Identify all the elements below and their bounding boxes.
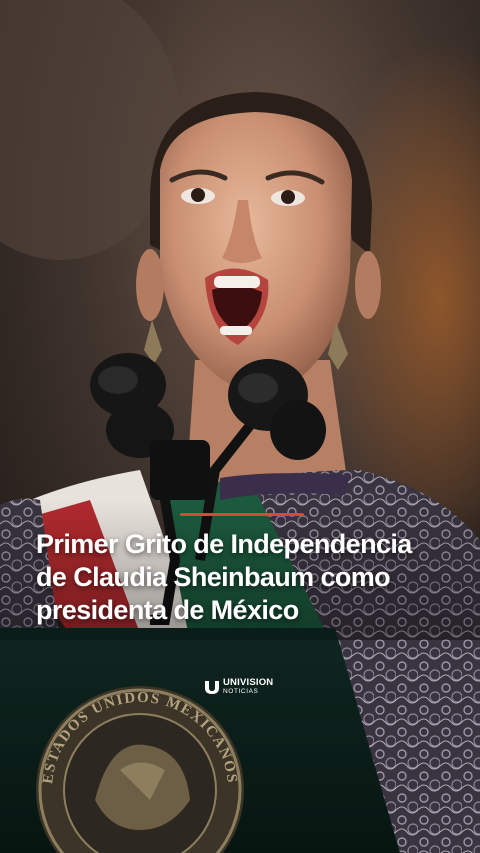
univision-logo-icon <box>205 680 219 694</box>
brand-name: UNIVISION <box>223 677 274 688</box>
story-headline: Primer Grito de Independencia de Claudia… <box>36 528 456 627</box>
headline-accent-bar <box>180 513 304 516</box>
headline-line-3: presidenta de México <box>36 595 299 625</box>
headline-line-2: de Claudia Sheinbaum como <box>36 562 391 592</box>
headline-line-1: Primer Grito de Independencia <box>36 529 412 559</box>
univision-logo: UNIVISION NOTICIAS <box>204 678 273 695</box>
story-frame[interactable]: ESTADOS UNIDOS MEXICANOS Primer Grito de… <box>0 0 480 853</box>
background-photo: ESTADOS UNIDOS MEXICANOS <box>0 0 480 853</box>
brand-subtitle: NOTICIAS <box>223 687 259 695</box>
